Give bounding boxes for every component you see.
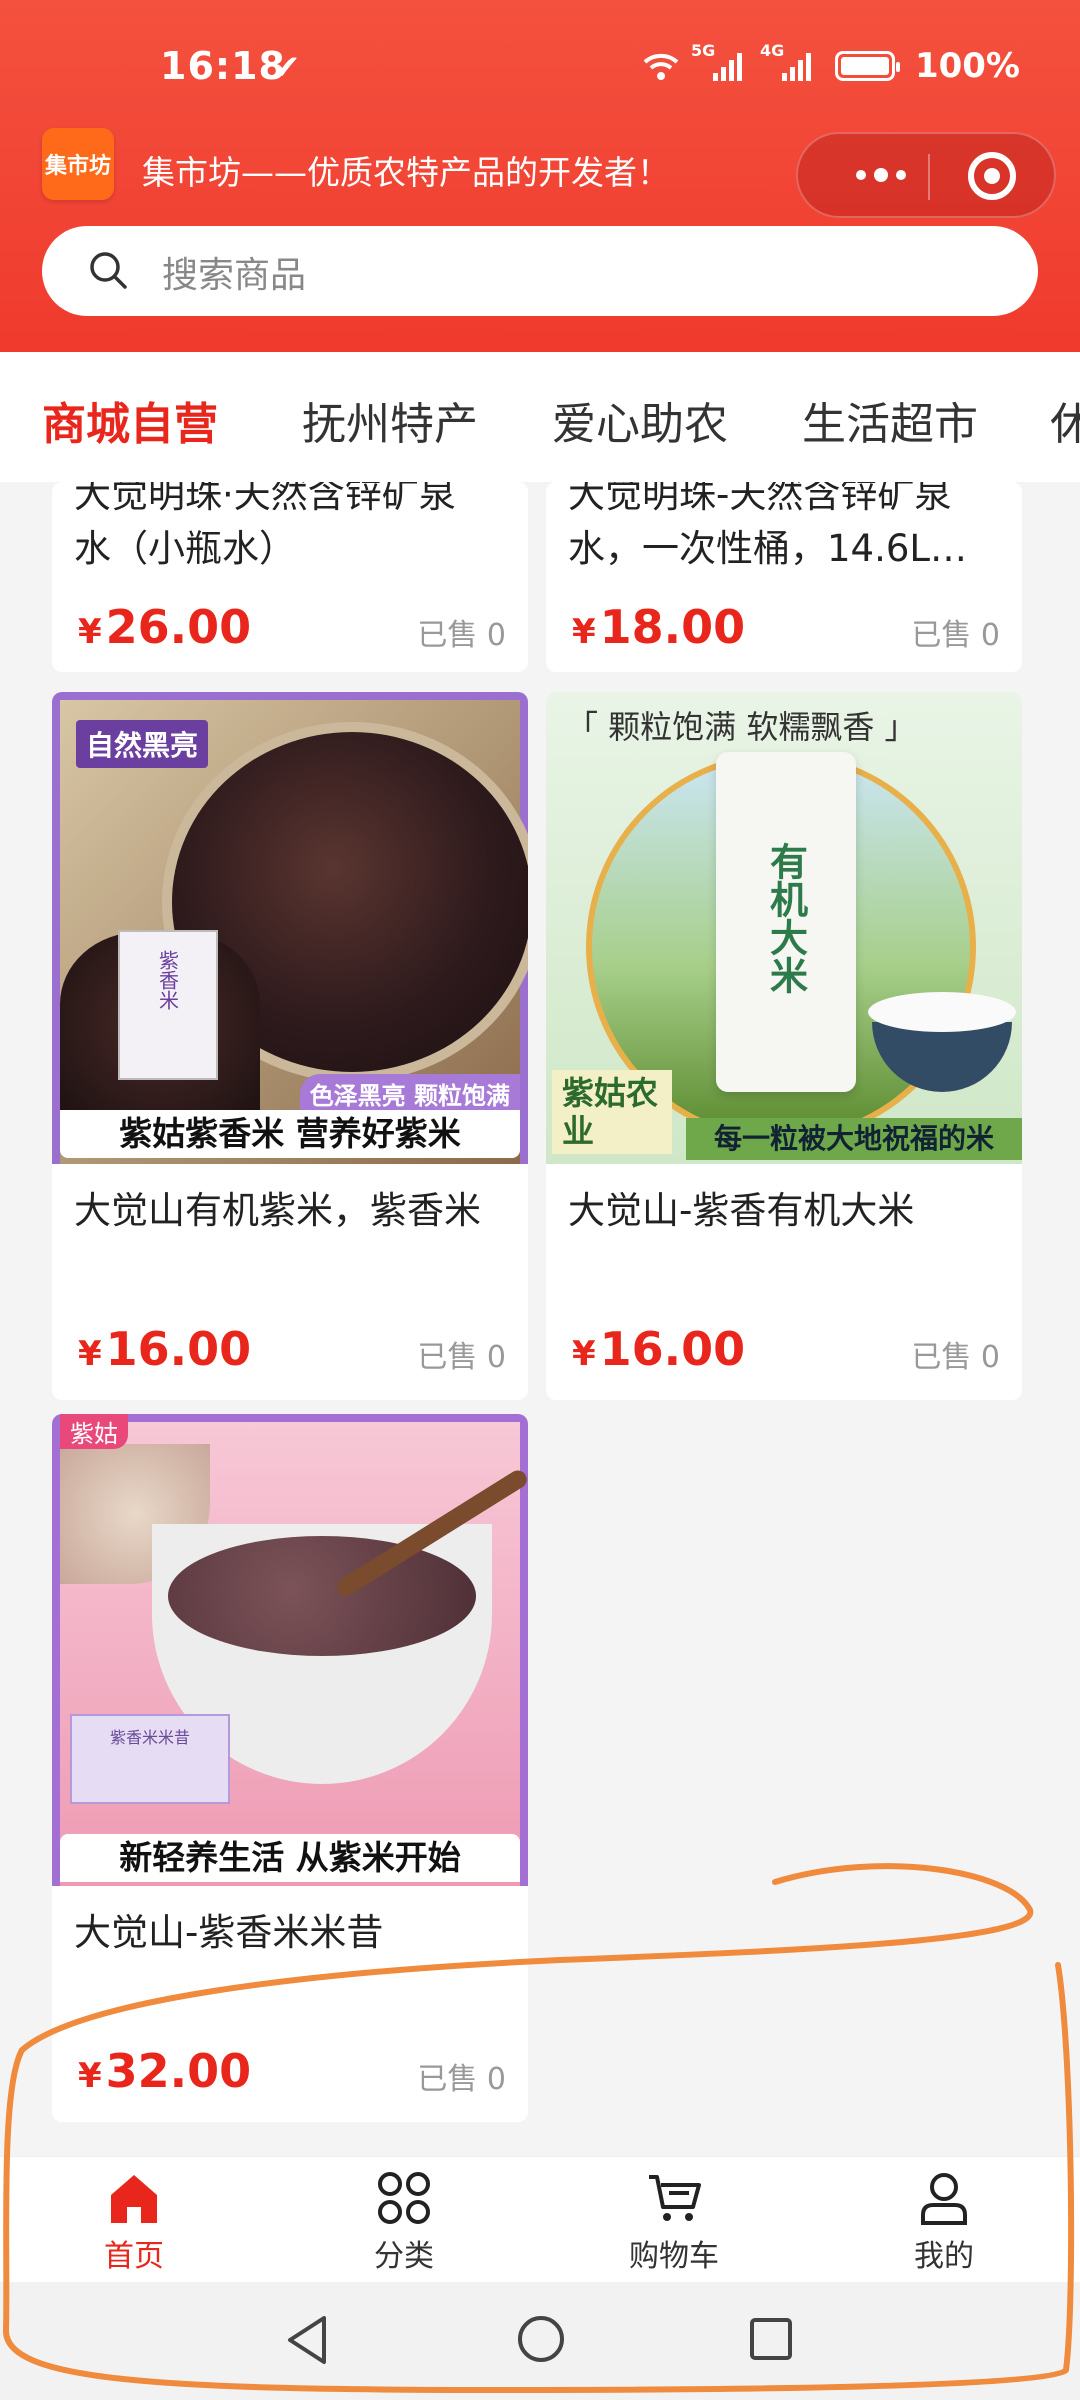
product-card[interactable]: 紫姑 紫香米米昔 新轻养生活 从紫米开始 大觉山-紫香米米昔 ¥32.00 已售…	[52, 1414, 528, 2122]
bottom-nav: 首页 分类 购物车 我的	[0, 2156, 1080, 2282]
status-bar: 16:18 ✔ 5G 4G 100%	[0, 40, 1080, 100]
price-value: 32.00	[105, 2044, 252, 2098]
miniprogram-capsule	[796, 132, 1056, 218]
status-time: 16:18	[160, 44, 286, 88]
app-logo: 集市坊	[42, 128, 114, 200]
product-image: 「 颗粒饱满 软糯飘香 」 有机大米 紫姑农业 每一粒被大地祝福的米	[546, 692, 1022, 1164]
product-title-line: 水，一次性桶，14.6L…	[568, 527, 967, 570]
image-banner: 紫姑紫香米 营养好紫米	[60, 1110, 520, 1158]
nav-cart[interactable]: 购物车	[574, 2171, 774, 2275]
back-icon[interactable]	[284, 2314, 330, 2366]
home-circle-icon[interactable]	[516, 2314, 566, 2364]
sold-count: 已售 0	[911, 1340, 1000, 1375]
product-price: ¥16.00	[572, 1322, 745, 1376]
sold-count: 已售 0	[417, 1340, 506, 1375]
product-title: 大觉明珠·天然含锌矿泉 水（小瓶水）	[74, 482, 514, 576]
product-box-image: 紫香米米昔	[70, 1714, 230, 1804]
product-title-line: 水（小瓶水）	[74, 527, 296, 570]
brand-bar: 集市坊 集市坊——优质农特产品的开发者！	[0, 128, 1080, 228]
headline-text: 「 颗粒饱满 软糯飘香 」	[566, 708, 917, 746]
currency-symbol: ¥	[78, 612, 102, 652]
close-target-icon[interactable]	[968, 152, 1016, 200]
image-banner: 新轻养生活 从紫米开始	[60, 1834, 520, 1882]
signal-4g-icon: 4G	[760, 41, 811, 81]
product-card[interactable]: 「 颗粒饱满 软糯飘香 」 有机大米 紫姑农业 每一粒被大地祝福的米 大觉山-紫…	[546, 692, 1022, 1400]
cart-icon	[649, 2175, 701, 2221]
tab-supermarket[interactable]: 生活超市	[802, 388, 978, 452]
product-card[interactable]: 紫香米 自然黑亮 色泽黑亮 颗粒饱满 紫姑紫香米 营养好紫米 大觉山有机紫米，紫…	[52, 692, 528, 1400]
net-type-1: 5G	[690, 41, 716, 60]
sold-count: 已售 0	[417, 618, 506, 653]
product-image: 紫姑 紫香米米昔 新轻养生活 从紫米开始	[52, 1414, 528, 1886]
search-input[interactable]: 搜索商品	[42, 226, 1038, 316]
currency-symbol: ¥	[78, 2056, 102, 2096]
search-icon	[90, 252, 127, 289]
battery-percent: 100%	[914, 46, 1020, 86]
bag-label: 紫香米	[155, 950, 180, 1010]
category-tabs: 商城自营 抚州特产 爱心助农 生活超市 休	[0, 352, 1080, 482]
capsule-divider	[928, 154, 930, 200]
image-tag: 色泽黑亮 颗粒饱满	[299, 1074, 520, 1113]
product-price: ¥16.00	[78, 1322, 251, 1376]
rice-bag-image: 紫香米	[118, 930, 218, 1080]
product-card[interactable]: 大觉明珠·天然含锌矿泉 水（小瓶水） ¥26.00 已售 0	[52, 482, 528, 672]
grid-icon	[378, 2172, 430, 2224]
sold-count: 已售 0	[911, 618, 1000, 653]
nav-label: 购物车	[629, 2239, 719, 2274]
corner-badge: 紫姑	[60, 1414, 128, 1449]
image-badge: 自然黑亮	[76, 720, 209, 768]
wifi-icon	[643, 53, 679, 80]
nav-mine[interactable]: 我的	[844, 2171, 1044, 2275]
home-icon	[111, 2175, 157, 2223]
tab-help-farmers[interactable]: 爱心助农	[552, 388, 728, 452]
product-title-line: 大觉明珠·天然含锌矿泉	[74, 482, 456, 516]
product-title: 大觉山-紫香米米昔	[74, 1911, 384, 1954]
recents-icon[interactable]	[748, 2316, 794, 2362]
brand-text: 紫姑农业	[552, 1070, 672, 1154]
net-type-2: 4G	[759, 41, 785, 60]
product-price: ¥32.00	[78, 2044, 251, 2098]
user-icon	[921, 2173, 967, 2225]
image-banner: 每一粒被大地祝福的米	[686, 1118, 1022, 1160]
tab-self-operated[interactable]: 商城自营	[42, 388, 218, 452]
check-icon: ✔	[272, 48, 301, 88]
product-price: ¥26.00	[78, 600, 251, 654]
nav-label: 分类	[374, 2239, 434, 2274]
currency-symbol: ¥	[572, 1334, 596, 1374]
system-nav	[0, 2282, 1080, 2400]
nav-home[interactable]: 首页	[34, 2171, 234, 2275]
product-image: 紫香米 自然黑亮 色泽黑亮 颗粒饱满 紫姑紫香米 营养好紫米	[52, 692, 528, 1164]
currency-symbol: ¥	[78, 1334, 102, 1374]
more-icon[interactable]	[836, 134, 926, 216]
nav-label: 首页	[104, 2239, 164, 2274]
slogan: 集市坊——优质农特产品的开发者！	[142, 153, 670, 192]
status-icons: 5G 4G 100%	[641, 41, 1020, 86]
product-price: ¥18.00	[572, 600, 745, 654]
header: 16:18 ✔ 5G 4G 100% 集市坊 集市坊——优质农特产品的开发者！	[0, 0, 1080, 352]
currency-symbol: ¥	[572, 612, 596, 652]
price-value: 26.00	[105, 600, 252, 654]
search-placeholder: 搜索商品	[162, 255, 307, 296]
tab-fuzhou-specialty[interactable]: 抚州特产	[302, 388, 478, 452]
battery-icon	[834, 51, 900, 81]
product-title: 大觉山-紫香有机大米	[568, 1189, 915, 1232]
sold-count: 已售 0	[417, 2062, 506, 2097]
product-title: 大觉山有机紫米，紫香米	[74, 1189, 481, 1232]
nav-category[interactable]: 分类	[304, 2171, 504, 2275]
product-title: 大觉明珠-天然含锌矿泉 水，一次性桶，14.6L…	[568, 482, 1008, 576]
rice-bag-image: 有机大米	[716, 752, 856, 1092]
product-card[interactable]: 大觉明珠-天然含锌矿泉 水，一次性桶，14.6L… ¥18.00 已售 0	[546, 482, 1022, 672]
product-title-line: 大觉明珠-天然含锌矿泉	[568, 482, 952, 516]
signal-5g-icon: 5G	[691, 41, 742, 81]
tab-more[interactable]: 休	[1050, 388, 1080, 452]
bag-label: 有机大米	[763, 842, 808, 994]
box-label: 紫香米米昔	[109, 1728, 190, 1747]
price-value: 18.00	[599, 600, 746, 654]
nav-label: 我的	[914, 2239, 974, 2274]
price-value: 16.00	[105, 1322, 252, 1376]
price-value: 16.00	[599, 1322, 746, 1376]
